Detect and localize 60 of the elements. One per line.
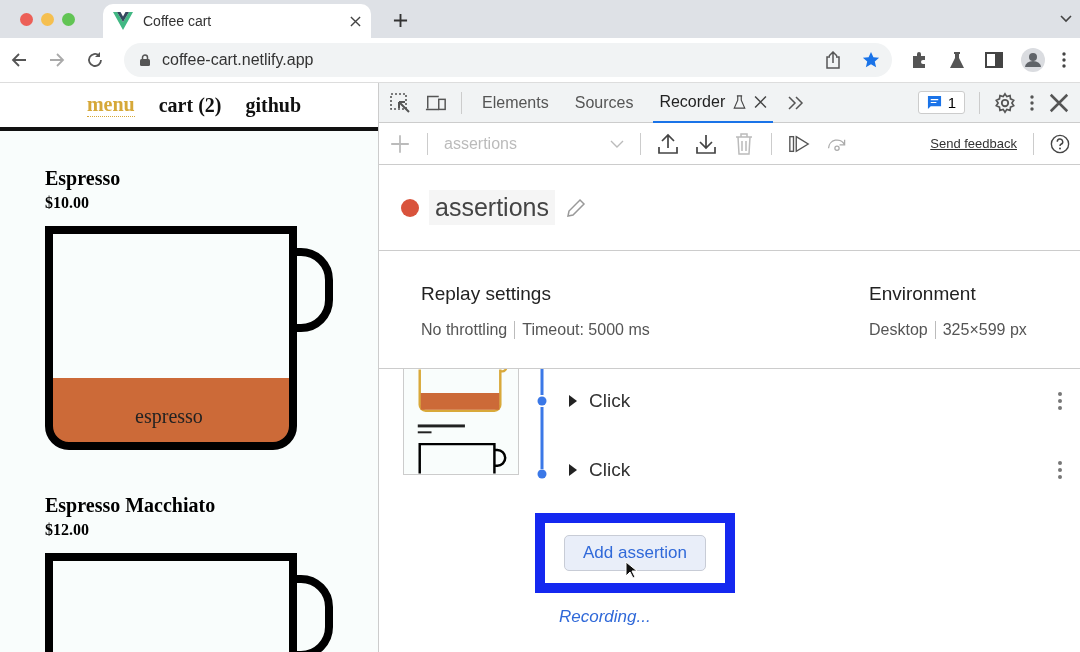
chevron-down-icon[interactable] [1060, 15, 1072, 23]
tab-title: Coffee cart [143, 13, 213, 29]
settings-heading: Replay settings [421, 283, 552, 305]
star-icon[interactable] [862, 51, 880, 69]
step-toggle[interactable]: Click [569, 458, 631, 481]
devtools-tab[interactable]: Recorder [653, 82, 774, 123]
nav-link[interactable]: cart (2) [158, 93, 222, 117]
lock-icon [140, 54, 150, 66]
expand-triangle-icon [569, 395, 577, 407]
chevron-down-icon [610, 139, 624, 148]
step-menu-icon[interactable] [1058, 392, 1062, 410]
message-icon [926, 95, 942, 110]
setting-value[interactable]: No throttling [421, 321, 515, 339]
send-feedback-link[interactable]: Send feedback [930, 136, 1017, 151]
download-icon[interactable] [695, 132, 717, 155]
setting-value: 325×599 px [934, 321, 1034, 339]
upload-icon[interactable] [657, 132, 679, 155]
recording-title[interactable]: assertions [429, 190, 555, 225]
profile-avatar-icon[interactable] [1021, 48, 1045, 72]
product-price: $12.00 [45, 521, 90, 539]
add-assertion-button[interactable]: Add assertion [564, 535, 706, 571]
flask-icon[interactable] [947, 50, 967, 70]
reload-icon[interactable] [86, 51, 104, 69]
issues-badge[interactable]: 1 [917, 91, 965, 114]
help-icon[interactable] [1050, 133, 1070, 154]
step-toggle[interactable]: Click [569, 390, 631, 412]
back-icon[interactable] [10, 51, 28, 69]
browser-tab[interactable]: Coffee cart [103, 4, 371, 38]
close-icon[interactable] [754, 94, 768, 109]
settings-icon[interactable] [994, 91, 1016, 114]
close-window-button[interactable] [20, 12, 33, 26]
setting-value[interactable]: Timeout: 5000 ms [514, 321, 657, 339]
setting-value: Desktop [869, 321, 929, 339]
new-tab-icon[interactable] [393, 13, 408, 28]
recording-indicator-icon [401, 198, 419, 217]
flask-icon [733, 94, 747, 109]
step-menu-icon[interactable] [1058, 460, 1062, 479]
devtools-tab[interactable]: Elements [476, 82, 555, 123]
more-icon[interactable] [1062, 52, 1066, 68]
more-icon[interactable] [1030, 94, 1034, 111]
pencil-icon[interactable] [564, 196, 587, 219]
close-icon[interactable] [1048, 91, 1070, 114]
product-name: Espresso [45, 167, 122, 190]
recording-status: Recording... [559, 607, 651, 627]
nav-link[interactable]: github [245, 93, 302, 117]
address-bar[interactable]: coffee-cart.netlify.app [124, 43, 892, 77]
cursor-icon [625, 561, 637, 579]
v-logo-icon [113, 12, 133, 30]
url-text: coffee-cart.netlify.app [162, 51, 315, 69]
close-tab-icon[interactable] [350, 15, 361, 27]
settings-heading: Environment [869, 283, 977, 305]
expand-triangle-icon [569, 463, 577, 476]
product-price: $10.00 [45, 194, 90, 212]
share-icon[interactable] [824, 51, 842, 69]
more-tabs-icon[interactable] [787, 95, 806, 110]
inspect-icon[interactable] [389, 91, 411, 114]
devtools-tab[interactable]: Sources [568, 82, 640, 123]
product-name: Espresso Macchiato [45, 494, 217, 517]
cup-label: espresso [134, 405, 204, 428]
sidebar-icon[interactable] [984, 50, 1004, 70]
